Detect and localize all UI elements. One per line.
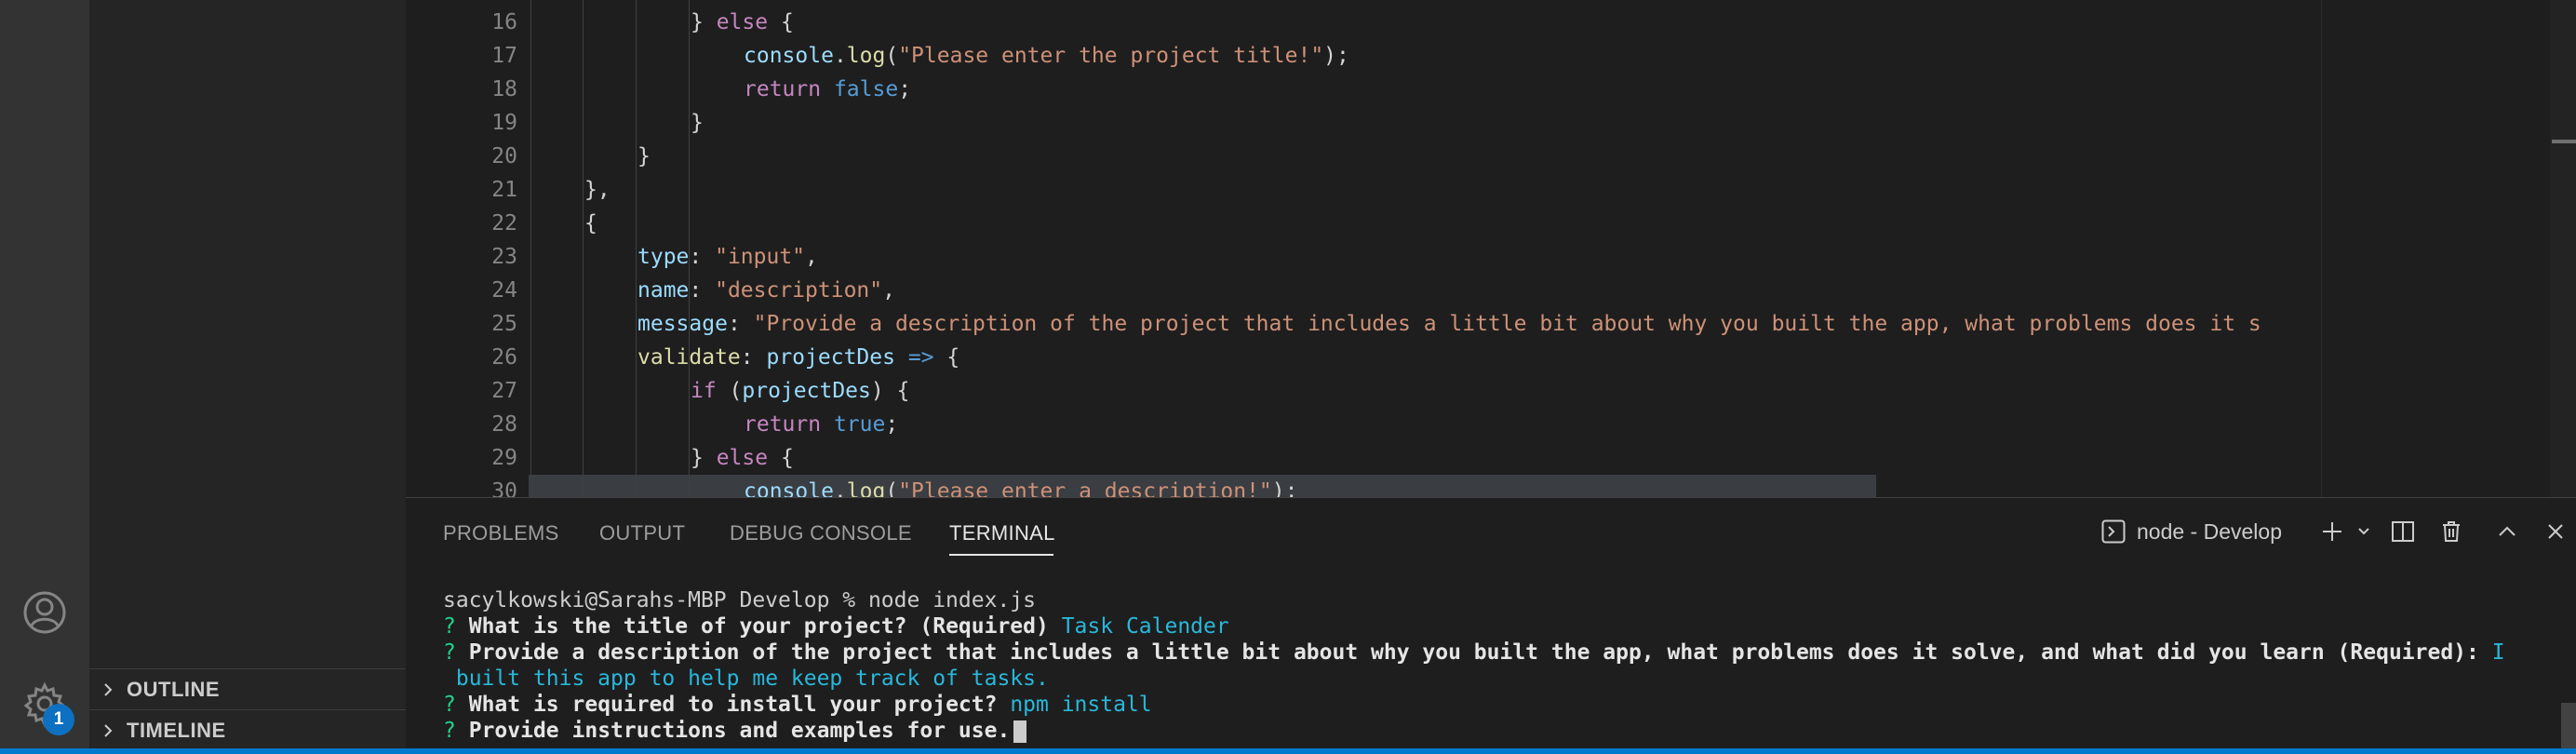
terminal-name: node - Develop [2137,518,2282,544]
maximize-panel-button[interactable] [2487,511,2528,552]
active-tab-indicator [949,554,1053,556]
code-line-27: if (projectDes) { [691,379,910,403]
code-editor[interactable]: 16 17 18 19 20 21 22 23 24 25 26 27 28 2… [406,0,2576,497]
activity-bar: 1 [0,0,89,748]
indent-guide [583,0,584,497]
terminal-question-line: ? Provide instructions and examples for … [443,718,2528,744]
line-number: 20 [491,144,517,168]
side-bar: OUTLINE TIMELINE [89,0,406,748]
minimap[interactable] [2321,0,2576,497]
terminal-scrollbar[interactable] [2561,703,2576,749]
line-number: 25 [491,312,517,336]
panel-actions: node - Develop [2101,511,2576,552]
indent-guide [530,0,531,497]
line-number: 27 [491,379,517,403]
code-line-21: }, [584,178,610,202]
code-line-18: return false; [744,77,912,101]
outline-section-header[interactable]: OUTLINE [89,668,406,709]
line-number: 16 [491,10,517,34]
code-line-30: console.log("Please enter a description!… [744,479,1298,497]
close-icon [2548,524,2563,539]
chevron-right-icon [89,669,127,710]
code-line-25: message: "Provide a description of the p… [637,312,2261,336]
code-line-24: name: "description", [637,278,895,303]
terminal-answer-continuation: built this app to help me keep track of … [455,666,1049,691]
split-terminal-button[interactable] [2382,511,2423,552]
chevron-right-icon [89,710,127,751]
line-number: 29 [491,446,517,470]
tab-problems[interactable]: PROBLEMS [443,518,559,548]
terminal-selector[interactable]: node - Develop [2101,519,2282,545]
line-number: 18 [491,77,517,101]
line-number: 22 [491,211,517,236]
code-text-area[interactable]: } else { console.log("Please enter the p… [529,0,2464,497]
chevron-down-icon [2358,528,2369,535]
line-number: 17 [491,44,517,68]
terminal-question-line: ? What is the title of your project? (Re… [443,614,1229,639]
outline-label: OUTLINE [127,677,221,701]
trash-icon [2443,521,2460,542]
code-line-28: return true; [744,412,899,437]
panel-tab-bar: PROBLEMS OUTPUT DEBUG CONSOLE TERMINAL n… [406,498,2576,567]
code-line-22: { [584,211,597,236]
line-number: 23 [491,245,517,269]
line-number: 28 [491,412,517,437]
manage-update-badge: 1 [43,704,74,735]
line-number: 19 [491,111,517,135]
terminal-prompt-line: sacylkowski@Sarahs-MBP Develop % node in… [443,588,1036,613]
terminal-output[interactable]: sacylkowski@Sarahs-MBP Develop % node in… [443,587,2528,746]
close-panel-button[interactable] [2535,511,2576,552]
code-line-23: type: "input", [637,245,818,269]
indent-guide [636,0,637,497]
new-terminal-button[interactable] [2312,511,2353,552]
terminal-question-line: ? What is required to install your proje… [443,693,1152,717]
terminal-cursor [1013,720,1027,743]
terminal-question-line: ? Provide a description of the project t… [443,640,2505,665]
code-line-20: } [637,144,651,168]
line-number: 30 [491,479,517,497]
chevron-up-icon [2499,526,2516,536]
bottom-panel: PROBLEMS OUTPUT DEBUG CONSOLE TERMINAL n… [406,497,2576,749]
plus-icon [2323,522,2341,541]
launch-profile-dropdown[interactable] [2353,511,2375,552]
split-icon [2392,521,2414,542]
scrollbar-position-marker [2552,140,2576,143]
line-number-gutter: 16 17 18 19 20 21 22 23 24 25 26 27 28 2… [406,0,517,497]
code-line-29: } else { [691,446,794,470]
timeline-label: TIMELINE [127,718,226,742]
code-line-26: validate: projectDes => { [637,345,960,370]
code-line-17: console.log("Please enter the project ti… [744,44,1349,68]
timeline-section-header[interactable]: TIMELINE [89,709,406,750]
tab-debug-console[interactable]: DEBUG CONSOLE [730,518,912,548]
terminal-icon [2101,519,2126,544]
accounts-icon[interactable] [19,586,71,639]
line-number: 26 [491,345,517,370]
tab-terminal[interactable]: TERMINAL [949,518,1055,548]
status-bar [0,748,2576,754]
tab-output[interactable]: OUTPUT [599,518,685,548]
vscode-window: 1 OUTLINE TIMELINE 16 17 18 19 20 21 22 … [0,0,2576,754]
code-line-19: } [691,111,704,135]
kill-terminal-button[interactable] [2431,511,2472,552]
line-number: 21 [491,178,517,202]
line-number: 24 [491,278,517,303]
code-line-16: } else { [691,10,794,34]
editor-scrollbar[interactable] [2550,0,2576,497]
